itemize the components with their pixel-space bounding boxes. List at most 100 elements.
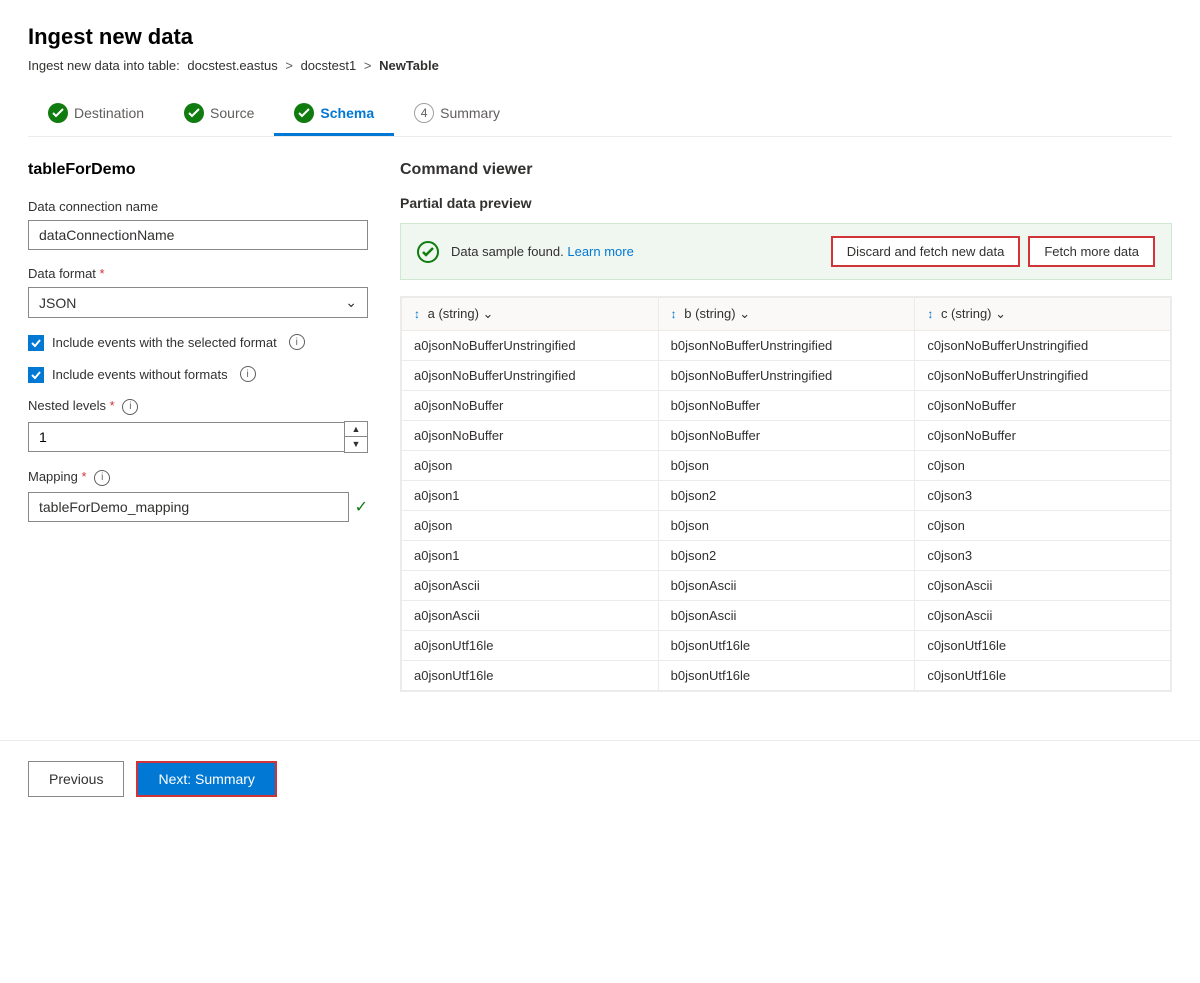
table-cell: c0jsonAscii <box>915 601 1171 631</box>
data-table-container: ↕ a (string) ⌄ ↕ b (string) ⌄ ↕ <box>400 296 1172 692</box>
include-no-format-checkbox[interactable] <box>28 367 44 383</box>
data-sample-check-icon <box>417 241 439 263</box>
table-cell: b0jsonNoBuffer <box>658 391 915 421</box>
tab-destination-label: Destination <box>74 105 144 121</box>
source-check-icon <box>184 103 204 123</box>
nested-levels-info-icon[interactable]: i <box>122 399 138 415</box>
data-sample-text: Data sample found. Learn more <box>451 244 819 259</box>
table-row: a0jsonNoBufferUnstringifiedb0jsonNoBuffe… <box>402 331 1171 361</box>
breadcrumb-table: NewTable <box>379 58 439 73</box>
learn-more-link[interactable]: Learn more <box>567 244 633 259</box>
schema-check-icon <box>294 103 314 123</box>
table-row: a0json1b0json2c0json3 <box>402 481 1171 511</box>
connection-name-input[interactable] <box>28 220 368 250</box>
table-cell: c0jsonNoBufferUnstringified <box>915 331 1171 361</box>
right-panel: Command viewer Partial data preview Data… <box>400 161 1172 692</box>
left-panel: tableForDemo Data connection name Data f… <box>28 161 368 692</box>
table-cell: a0jsonNoBufferUnstringified <box>402 331 659 361</box>
table-cell: c0json3 <box>915 481 1171 511</box>
mapping-label-row: Mapping * i <box>28 469 368 486</box>
table-cell: a0json1 <box>402 481 659 511</box>
table-cell: b0json <box>658 451 915 481</box>
table-row: a0jsonAsciib0jsonAsciic0jsonAscii <box>402 571 1171 601</box>
table-cell: b0jsonAscii <box>658 571 915 601</box>
table-cell: a0jsonAscii <box>402 571 659 601</box>
col-sort-icon-c: ↕ <box>927 307 933 321</box>
table-row: a0jsonNoBufferUnstringifiedb0jsonNoBuffe… <box>402 361 1171 391</box>
table-cell: c0jsonUtf16le <box>915 631 1171 661</box>
table-cell: a0json1 <box>402 541 659 571</box>
table-row: a0jsonUtf16leb0jsonUtf16lec0jsonUtf16le <box>402 631 1171 661</box>
include-format-info-icon[interactable]: i <box>289 334 305 350</box>
mapping-required: * <box>82 469 87 484</box>
col-chevron-a: ⌄ <box>483 306 494 321</box>
nested-levels-spinner: ▲ ▼ <box>344 421 368 453</box>
table-cell: b0jsonNoBuffer <box>658 421 915 451</box>
table-cell: b0json2 <box>658 541 915 571</box>
nested-levels-label-row: Nested levels * i <box>28 398 368 415</box>
table-cell: a0jsonUtf16le <box>402 661 659 691</box>
previous-button[interactable]: Previous <box>28 761 124 797</box>
mapping-check-icon: ✓ <box>355 497 368 517</box>
tabs-nav: Destination Source Schema 4 Summary <box>28 93 1172 137</box>
table-cell: a0json <box>402 451 659 481</box>
fetch-more-button[interactable]: Fetch more data <box>1028 236 1155 267</box>
nested-required: * <box>110 398 115 413</box>
connection-name-label: Data connection name <box>28 199 368 214</box>
data-format-required: * <box>100 266 105 281</box>
table-header-row: ↕ a (string) ⌄ ↕ b (string) ⌄ ↕ <box>402 298 1171 331</box>
table-cell: b0json <box>658 511 915 541</box>
table-cell: b0jsonUtf16le <box>658 631 915 661</box>
include-no-format-info-icon[interactable]: i <box>240 366 256 382</box>
summary-number-icon: 4 <box>414 103 434 123</box>
breadcrumb-sep2: > <box>364 58 372 73</box>
table-cell: b0json2 <box>658 481 915 511</box>
tab-schema[interactable]: Schema <box>274 93 394 136</box>
tab-destination[interactable]: Destination <box>28 93 164 136</box>
table-cell: c0json <box>915 451 1171 481</box>
discard-fetch-button[interactable]: Discard and fetch new data <box>831 236 1021 267</box>
include-no-format-checkbox-row: Include events without formats i <box>28 366 368 384</box>
table-cell: b0jsonAscii <box>658 601 915 631</box>
nested-spin-up[interactable]: ▲ <box>345 422 367 437</box>
col-sort-icon-b: ↕ <box>671 307 677 321</box>
mapping-info-icon[interactable]: i <box>94 470 110 486</box>
command-viewer-title: Command viewer <box>400 161 1172 179</box>
tab-schema-label: Schema <box>320 105 374 121</box>
tab-summary[interactable]: 4 Summary <box>394 93 520 136</box>
col-header-b[interactable]: ↕ b (string) ⌄ <box>658 298 915 331</box>
breadcrumb-database: docstest1 <box>301 58 357 73</box>
col-header-c[interactable]: ↕ c (string) ⌄ <box>915 298 1171 331</box>
col-header-a[interactable]: ↕ a (string) ⌄ <box>402 298 659 331</box>
data-format-label: Data format * <box>28 266 368 281</box>
breadcrumb-cluster: docstest.eastus <box>187 58 277 73</box>
chevron-down-icon: ⌄ <box>345 294 357 311</box>
table-cell: a0jsonNoBuffer <box>402 391 659 421</box>
table-row: a0jsonAsciib0jsonAsciic0jsonAscii <box>402 601 1171 631</box>
col-chevron-b: ⌄ <box>739 306 750 321</box>
table-row: a0jsonNoBufferb0jsonNoBufferc0jsonNoBuff… <box>402 421 1171 451</box>
table-cell: c0jsonNoBufferUnstringified <box>915 361 1171 391</box>
include-format-label: Include events with the selected format <box>52 334 277 352</box>
content-area: tableForDemo Data connection name Data f… <box>28 161 1172 692</box>
data-format-select[interactable]: JSON ⌄ <box>28 287 368 318</box>
tab-source[interactable]: Source <box>164 93 274 136</box>
table-cell: c0json <box>915 511 1171 541</box>
table-row: a0jsonNoBufferb0jsonNoBufferc0jsonNoBuff… <box>402 391 1171 421</box>
mapping-input[interactable] <box>28 492 349 522</box>
include-format-checkbox[interactable] <box>28 335 44 351</box>
nested-spin-down[interactable]: ▼ <box>345 437 367 452</box>
data-sample-bar: Data sample found. Learn more Discard an… <box>400 223 1172 280</box>
table-cell: a0json <box>402 511 659 541</box>
data-table: ↕ a (string) ⌄ ↕ b (string) ⌄ ↕ <box>401 297 1171 691</box>
nested-levels-input[interactable] <box>28 422 344 452</box>
mapping-input-row: ✓ <box>28 492 368 522</box>
destination-check-icon <box>48 103 68 123</box>
next-summary-button[interactable]: Next: Summary <box>136 761 276 797</box>
include-no-format-label: Include events without formats <box>52 366 228 384</box>
table-cell: a0jsonNoBufferUnstringified <box>402 361 659 391</box>
tab-source-label: Source <box>210 105 254 121</box>
table-cell: b0jsonUtf16le <box>658 661 915 691</box>
partial-data-title: Partial data preview <box>400 195 1172 211</box>
table-cell: c0jsonNoBuffer <box>915 391 1171 421</box>
